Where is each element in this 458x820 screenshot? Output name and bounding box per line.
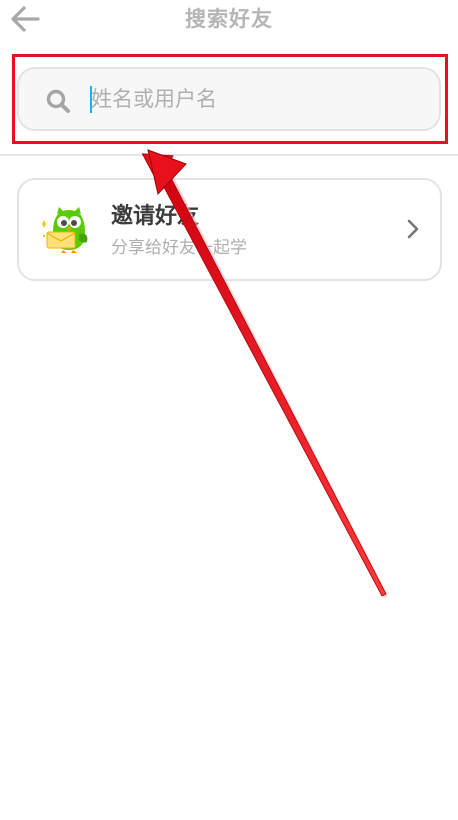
invite-title: 邀请好友: [111, 204, 200, 229]
invite-subtitle: 分享给好友一起学: [111, 238, 247, 258]
search-input[interactable]: [91, 79, 421, 119]
page-title: 搜索好友: [185, 7, 273, 31]
header-bar: 搜索好友: [0, 0, 458, 40]
duo-owl-mascot-icon: [42, 207, 88, 253]
search-field[interactable]: [17, 67, 441, 131]
chevron-right-icon: [407, 219, 419, 239]
divider: [0, 154, 458, 156]
search-icon: [46, 89, 70, 113]
search-friends-screen: 搜索好友 姓名或用户名 邀请好友 分享给好友一起学: [0, 0, 458, 820]
invite-friends-card[interactable]: 邀请好友 分享给好友一起学: [17, 178, 442, 281]
